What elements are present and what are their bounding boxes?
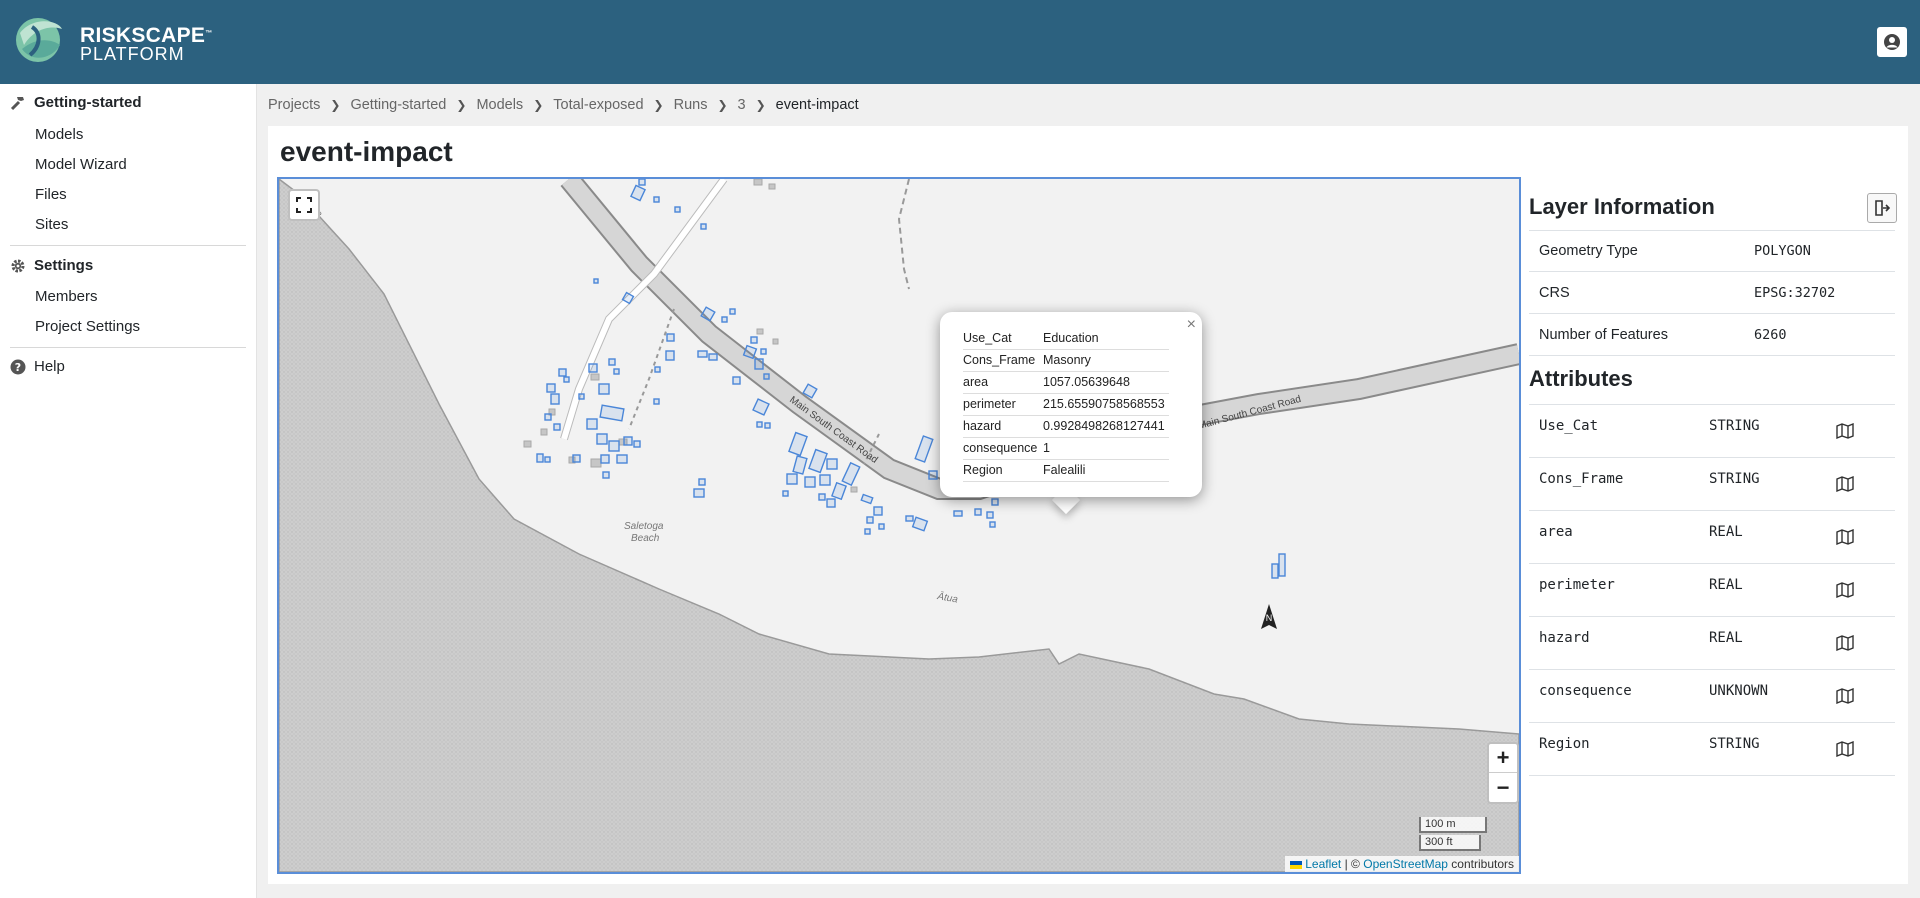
zoom-control: + − (1487, 742, 1519, 804)
user-circle-icon (1884, 34, 1900, 50)
sidebar-help-label: Help (34, 358, 65, 375)
popup-row: area 1057.05639648 (963, 371, 1169, 394)
sidebar-item-project-settings[interactable]: Project Settings (35, 318, 140, 335)
breadcrumb-project[interactable]: Getting-started (350, 97, 446, 113)
breadcrumb-run[interactable]: 3 (738, 97, 746, 113)
attribute-row: hazard REAL (1529, 617, 1895, 670)
popup-table: Use_Cat Education Cons_Frame Masonry area 1… (963, 327, 1169, 482)
map-icon[interactable] (1836, 529, 1854, 545)
sidebar-settings-label: Settings (34, 257, 94, 274)
osm-link[interactable]: OpenStreetMap (1363, 857, 1448, 871)
attribute-row: Cons_Frame STRING (1529, 458, 1895, 511)
map-view[interactable]: Main South Coast Road Main South Coast R… (277, 177, 1521, 874)
chevron-right-icon: ❯ (653, 98, 664, 112)
chevron-right-icon: ❯ (533, 98, 544, 112)
chevron-right-icon: ❯ (717, 98, 728, 112)
sidebar-divider (10, 347, 246, 348)
breadcrumb-projects[interactable]: Projects (268, 97, 320, 113)
sidebar-item-files[interactable]: Files (35, 186, 67, 203)
attribute-row: area REAL (1529, 511, 1895, 564)
layer-info-title: Layer Information (1529, 194, 1715, 219)
close-panel-button[interactable] (1867, 193, 1897, 223)
attribute-row: Region STRING (1529, 723, 1895, 776)
riskscape-logo[interactable]: RISKSCAPE™ PLATFORM (12, 15, 212, 67)
attribute-row: Use_Cat STRING (1529, 405, 1895, 458)
sidebar-settings[interactable]: Settings (10, 257, 93, 274)
popup-row: perimeter 215.65590758568553 (963, 393, 1169, 416)
feature-popup: × Use_Cat Education Cons_Frame Masonry are… (940, 312, 1202, 497)
attributes-title: Attributes (1529, 366, 1633, 391)
layer-info-table: Geometry Type POLYGON CRS EPSG:32702 Num… (1529, 230, 1895, 356)
info-row: CRS EPSG:32702 (1529, 272, 1895, 314)
map-tiles[interactable]: Main South Coast Road Main South Coast R… (279, 179, 1519, 872)
attribute-row: consequence UNKNOWN (1529, 670, 1895, 723)
place-label: Beach (631, 533, 660, 544)
sidebar-item-members[interactable]: Members (35, 288, 98, 305)
ukraine-flag-icon (1290, 860, 1303, 869)
zoom-out-button[interactable]: − (1489, 773, 1517, 802)
sidebar-item-sites[interactable]: Sites (35, 216, 68, 233)
breadcrumb-models[interactable]: Models (476, 97, 523, 113)
map-icon[interactable] (1836, 635, 1854, 651)
sidebar-item-model-wizard[interactable]: Model Wizard (35, 156, 127, 173)
attributes-table: Use_Cat STRING Cons_Frame STRING area RE… (1529, 404, 1895, 776)
breadcrumb-model[interactable]: Total-exposed (553, 97, 643, 113)
attribute-row: perimeter REAL (1529, 564, 1895, 617)
map-icon[interactable] (1836, 423, 1854, 439)
popup-row: Cons_Frame Masonry (963, 349, 1169, 372)
sidebar-divider (10, 245, 246, 246)
map-attribution: Leaflet | © OpenStreetMap contributors (1285, 856, 1519, 872)
map-icon[interactable] (1836, 476, 1854, 492)
place-label: Saletoga (624, 521, 664, 532)
info-row: Number of Features 6260 (1529, 314, 1895, 356)
sidebar: Getting-started Models Model Wizard File… (0, 84, 257, 898)
map-icon[interactable] (1836, 741, 1854, 757)
hammer-icon (10, 96, 24, 110)
leaflet-link[interactable]: Leaflet (1305, 857, 1341, 871)
map-icon[interactable] (1836, 582, 1854, 598)
close-icon[interactable]: × (1187, 316, 1196, 334)
breadcrumb: Projects ❯ Getting-started ❯ Models ❯ To… (268, 97, 859, 113)
fullscreen-button[interactable] (288, 189, 320, 221)
question-circle-icon: ? (10, 359, 26, 374)
user-menu-button[interactable] (1877, 27, 1907, 57)
map-icon[interactable] (1836, 688, 1854, 704)
logo-icon (16, 18, 62, 62)
popup-row: consequence 1 (963, 437, 1169, 460)
exit-icon (1875, 200, 1890, 216)
breadcrumb-current: event-impact (775, 97, 859, 113)
sidebar-project[interactable]: Getting-started (10, 94, 142, 111)
chevron-right-icon: ❯ (755, 98, 766, 112)
expand-icon (296, 197, 312, 213)
popup-row: Use_Cat Education (963, 327, 1169, 350)
svg-text:N: N (1266, 613, 1273, 623)
popup-row: Region Falealili (963, 459, 1169, 482)
chevron-right-icon: ❯ (456, 98, 467, 112)
breadcrumb-runs[interactable]: Runs (674, 97, 708, 113)
svg-text:?: ? (15, 361, 21, 374)
page-title: event-impact (280, 136, 453, 167)
sidebar-help[interactable]: ? Help (10, 358, 65, 375)
popup-row: hazard 0.9928498268127441 (963, 415, 1169, 438)
info-row: Geometry Type POLYGON (1529, 231, 1895, 272)
sidebar-item-models[interactable]: Models (35, 126, 83, 143)
scale-bar-metric: 100 m (1419, 817, 1487, 833)
zoom-in-button[interactable]: + (1489, 744, 1517, 773)
chevron-right-icon: ❯ (330, 98, 341, 112)
sidebar-project-label: Getting-started (34, 94, 142, 111)
scale-bar-imperial: 300 ft (1419, 835, 1481, 851)
top-bar: RISKSCAPE™ PLATFORM (0, 0, 1920, 84)
gear-icon (11, 259, 25, 272)
